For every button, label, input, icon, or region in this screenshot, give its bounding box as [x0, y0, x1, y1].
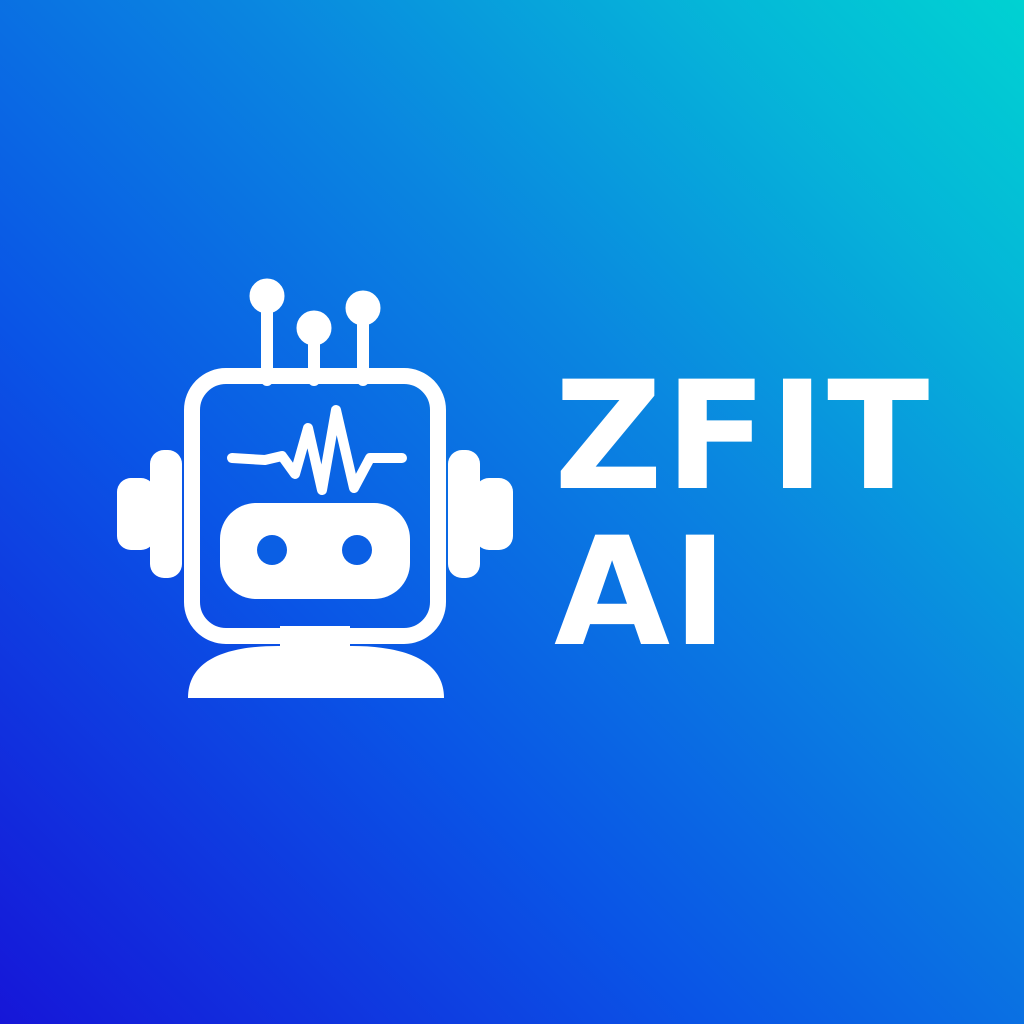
robot-head-with-heartbeat-icon	[117, 278, 513, 698]
brand-suffix: AI	[554, 506, 730, 680]
robot-eye-right	[342, 535, 372, 565]
heartbeat-icon	[227, 405, 407, 495]
robot-visor	[220, 503, 410, 599]
logo-canvas: ZFIT AI	[0, 0, 1024, 1024]
brand-wordmark: ZFIT AI	[548, 348, 968, 688]
antenna-icon	[249, 278, 381, 386]
robot-eye-left	[257, 535, 287, 565]
robot-shoulders	[188, 646, 444, 698]
brand-name: ZFIT	[554, 350, 932, 524]
